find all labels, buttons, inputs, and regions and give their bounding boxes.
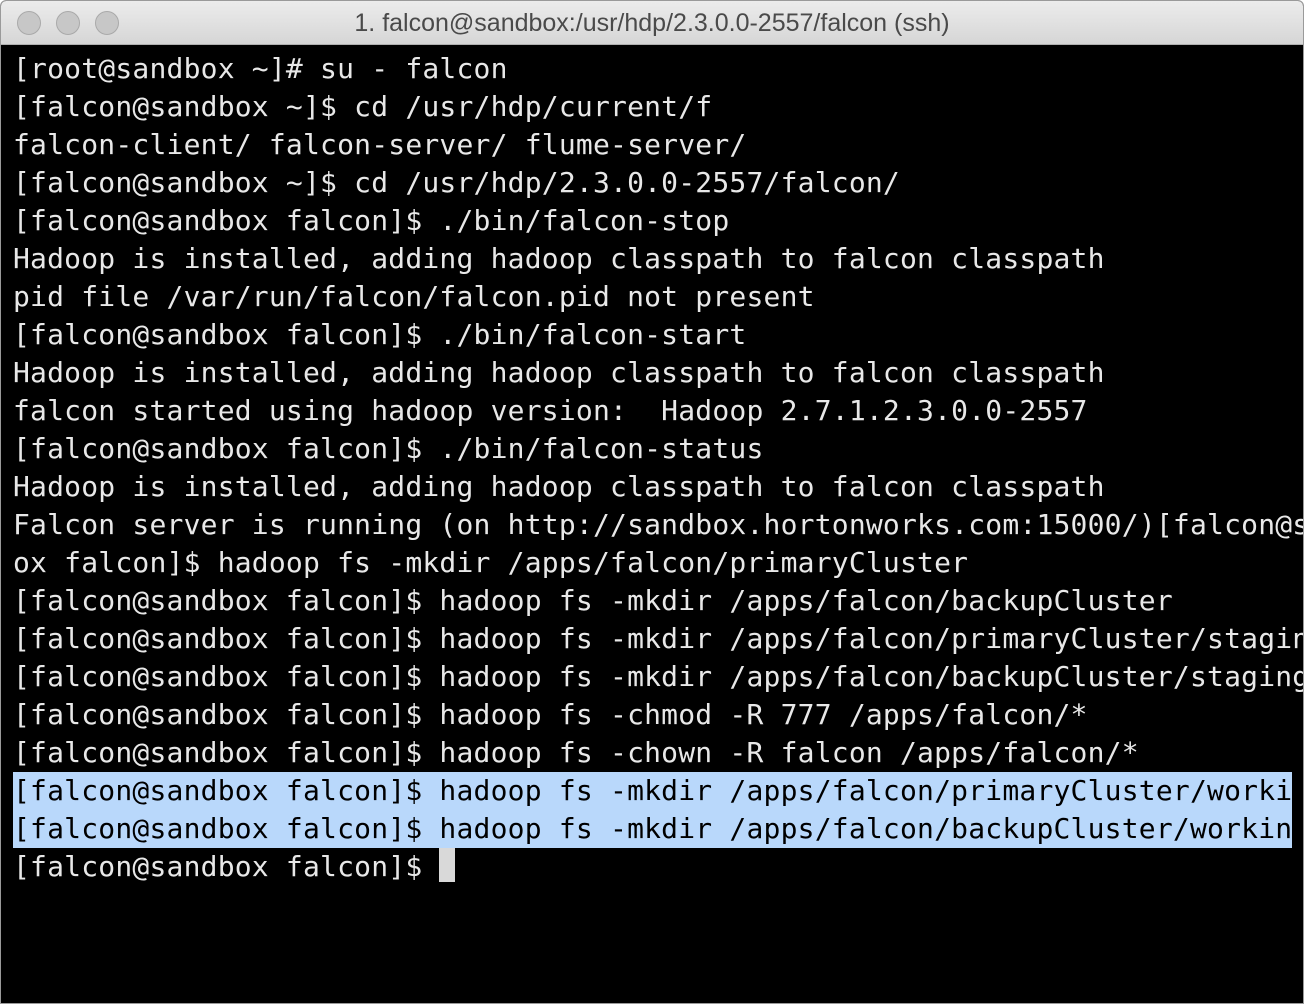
terminal-line: [falcon@sandbox falcon]$ ./bin/falcon-st…	[13, 318, 747, 351]
terminal-line: [falcon@sandbox falcon]$ hadoop fs -chow…	[13, 736, 1139, 769]
terminal-line: [falcon@sandbox falcon]$ ./bin/falcon-st…	[13, 204, 730, 237]
terminal-line: Hadoop is installed, adding hadoop class…	[13, 470, 1105, 503]
terminal-line: Hadoop is installed, adding hadoop class…	[13, 356, 1105, 389]
terminal-output[interactable]: [root@sandbox ~]# su - falcon [falcon@sa…	[1, 45, 1303, 1003]
terminal-prompt-line[interactable]: [falcon@sandbox falcon]$	[13, 848, 1303, 886]
terminal-line: falcon-client/ falcon-server/ flume-serv…	[13, 128, 747, 161]
selected-terminal-line: [falcon@sandbox falcon]$ hadoop fs -mkdi…	[13, 810, 1303, 848]
terminal-prompt: [falcon@sandbox falcon]$	[13, 850, 440, 883]
terminal-line: [falcon@sandbox falcon]$ hadoop fs -mkdi…	[13, 660, 1304, 693]
terminal-line: [falcon@sandbox falcon]$ hadoop fs -mkdi…	[13, 622, 1304, 655]
selected-terminal-line: [falcon@sandbox falcon]$ hadoop fs -mkdi…	[13, 772, 1303, 810]
text-cursor	[439, 848, 456, 882]
terminal-line: [falcon@sandbox ~]$ cd /usr/hdp/2.3.0.0-…	[13, 166, 900, 199]
terminal-line: ox falcon]$ hadoop fs -mkdir /apps/falco…	[13, 546, 969, 579]
terminal-line: [root@sandbox ~]# su - falcon	[13, 52, 508, 85]
terminal-line: [falcon@sandbox falcon]$ hadoop fs -mkdi…	[13, 584, 1173, 617]
terminal-window: 1. falcon@sandbox:/usr/hdp/2.3.0.0-2557/…	[0, 0, 1304, 1004]
terminal-line: [falcon@sandbox ~]$ cd /usr/hdp/current/…	[13, 90, 713, 123]
terminal-line: [falcon@sandbox falcon]$ ./bin/falcon-st…	[13, 432, 764, 465]
terminal-line: pid file /var/run/falcon/falcon.pid not …	[13, 280, 815, 313]
title-bar[interactable]: 1. falcon@sandbox:/usr/hdp/2.3.0.0-2557/…	[1, 1, 1303, 45]
terminal-line: falcon started using hadoop version: Had…	[13, 394, 1088, 427]
window-title: 1. falcon@sandbox:/usr/hdp/2.3.0.0-2557/…	[354, 9, 950, 37]
terminal-line: Hadoop is installed, adding hadoop class…	[13, 242, 1105, 275]
terminal-line: [falcon@sandbox falcon]$ hadoop fs -chmo…	[13, 698, 1088, 731]
terminal-line: Falcon server is running (on http://sand…	[13, 508, 1304, 541]
